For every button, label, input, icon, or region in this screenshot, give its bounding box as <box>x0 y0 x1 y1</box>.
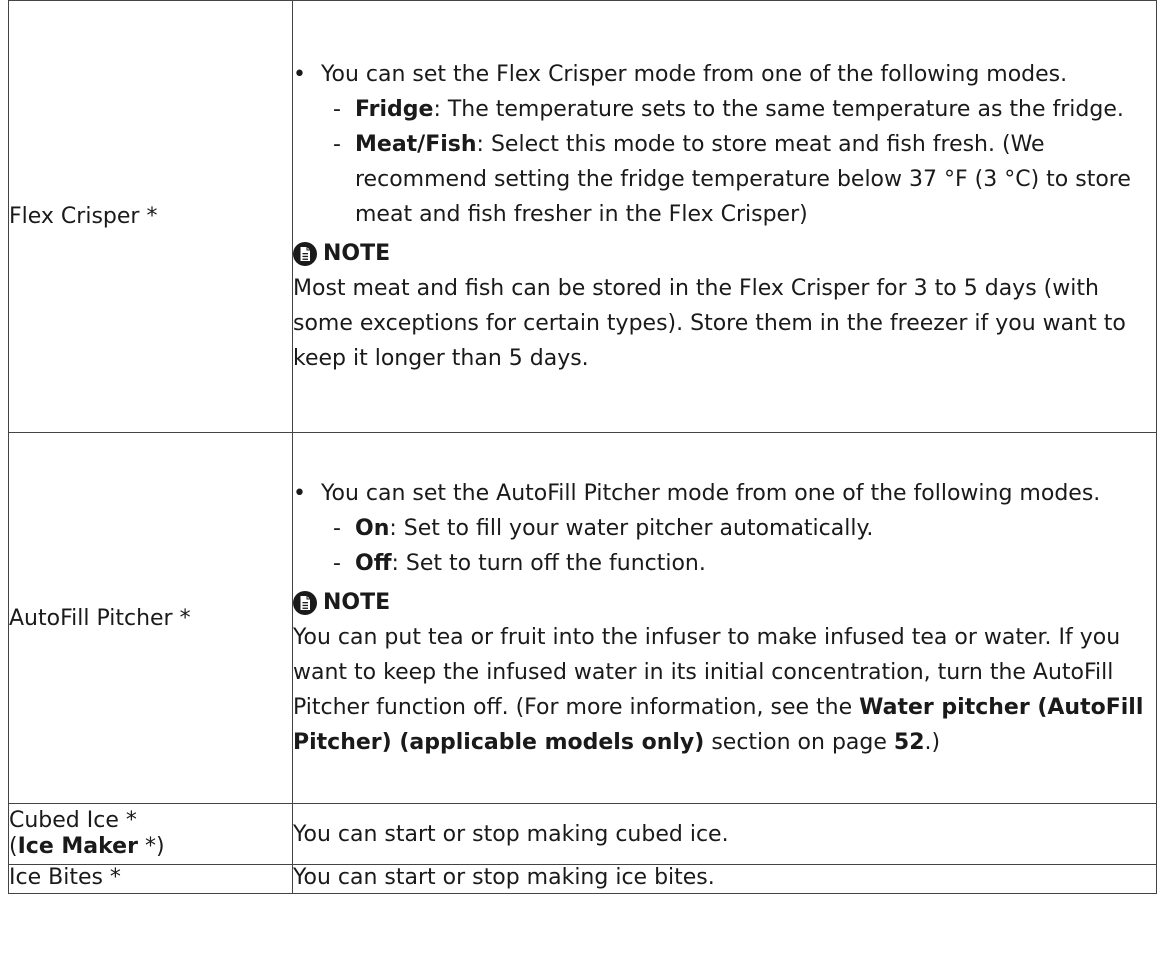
mode-text: : Set to turn off the function. <box>391 551 706 576</box>
row-label-text: Ice Bites * <box>9 865 121 890</box>
row-description: You can start or stop making ice bites. <box>292 864 1157 894</box>
note-heading: NOTE <box>293 236 1156 271</box>
settings-table: Flex Crisper * • You can set the Flex Cr… <box>8 0 1157 894</box>
mode-option: - Meat/Fish: Select this mode to store m… <box>333 132 1131 227</box>
row-label: AutoFill Pitcher * <box>8 432 293 804</box>
row-description: • You can set the Flex Crisper mode from… <box>292 0 1157 433</box>
row-label: Flex Crisper * <box>8 0 293 433</box>
note-document-icon <box>293 241 317 266</box>
note-title: NOTE <box>323 241 391 266</box>
table-row: Ice Bites * You can start or stop making… <box>8 864 1157 894</box>
row-label-subtext: (Ice Maker *) <box>9 834 165 859</box>
mode-text: : The temperature sets to the same tempe… <box>433 97 1124 122</box>
note-text: You can put tea or fruit into the infuse… <box>293 625 1144 755</box>
bullet-intro: You can set the AutoFill Pitcher mode fr… <box>321 481 1101 506</box>
bullet-intro: You can set the Flex Crisper mode from o… <box>321 62 1068 87</box>
note-document-icon <box>293 590 317 615</box>
mode-name: On <box>355 516 390 541</box>
row-description-text: You can start or stop making cubed ice. <box>293 821 729 847</box>
note-text: Most meat and fish can be stored in the … <box>293 276 1126 371</box>
row-description: You can start or stop making cubed ice. <box>292 803 1157 865</box>
note-title: NOTE <box>323 590 391 615</box>
mode-option: - Off: Set to turn off the function. <box>333 551 706 576</box>
row-label-text: AutoFill Pitcher * <box>9 605 191 631</box>
mode-text: : Set to fill your water pitcher automat… <box>389 516 874 541</box>
note-heading: NOTE <box>293 585 1156 620</box>
table-row: Cubed Ice * (Ice Maker *) You can start … <box>8 803 1157 865</box>
bullet-item: • You can set the AutoFill Pitcher mode … <box>293 476 1156 581</box>
page-reference[interactable]: 52 <box>894 730 925 755</box>
bullet-dot: • <box>293 481 306 506</box>
row-label: Ice Bites * <box>8 864 293 894</box>
mode-option: - On: Set to fill your water pitcher aut… <box>333 516 874 541</box>
bullet-dot: • <box>293 62 306 87</box>
row-label: Cubed Ice * (Ice Maker *) <box>8 803 293 865</box>
table-row: AutoFill Pitcher * • You can set the Aut… <box>8 432 1157 804</box>
row-description: • You can set the AutoFill Pitcher mode … <box>292 432 1157 804</box>
row-label-text: Cubed Ice * <box>9 808 137 833</box>
bullet-item: • You can set the Flex Crisper mode from… <box>293 57 1156 232</box>
mode-option: - Fridge: The temperature sets to the sa… <box>333 97 1124 122</box>
mode-name: Fridge <box>355 97 434 122</box>
table-row: Flex Crisper * • You can set the Flex Cr… <box>8 0 1157 433</box>
row-description-text: You can start or stop making ice bites. <box>293 865 715 890</box>
mode-name: Meat/Fish <box>355 132 477 157</box>
mode-name: Off <box>355 551 392 576</box>
row-label-text: Flex Crisper * <box>9 204 158 229</box>
